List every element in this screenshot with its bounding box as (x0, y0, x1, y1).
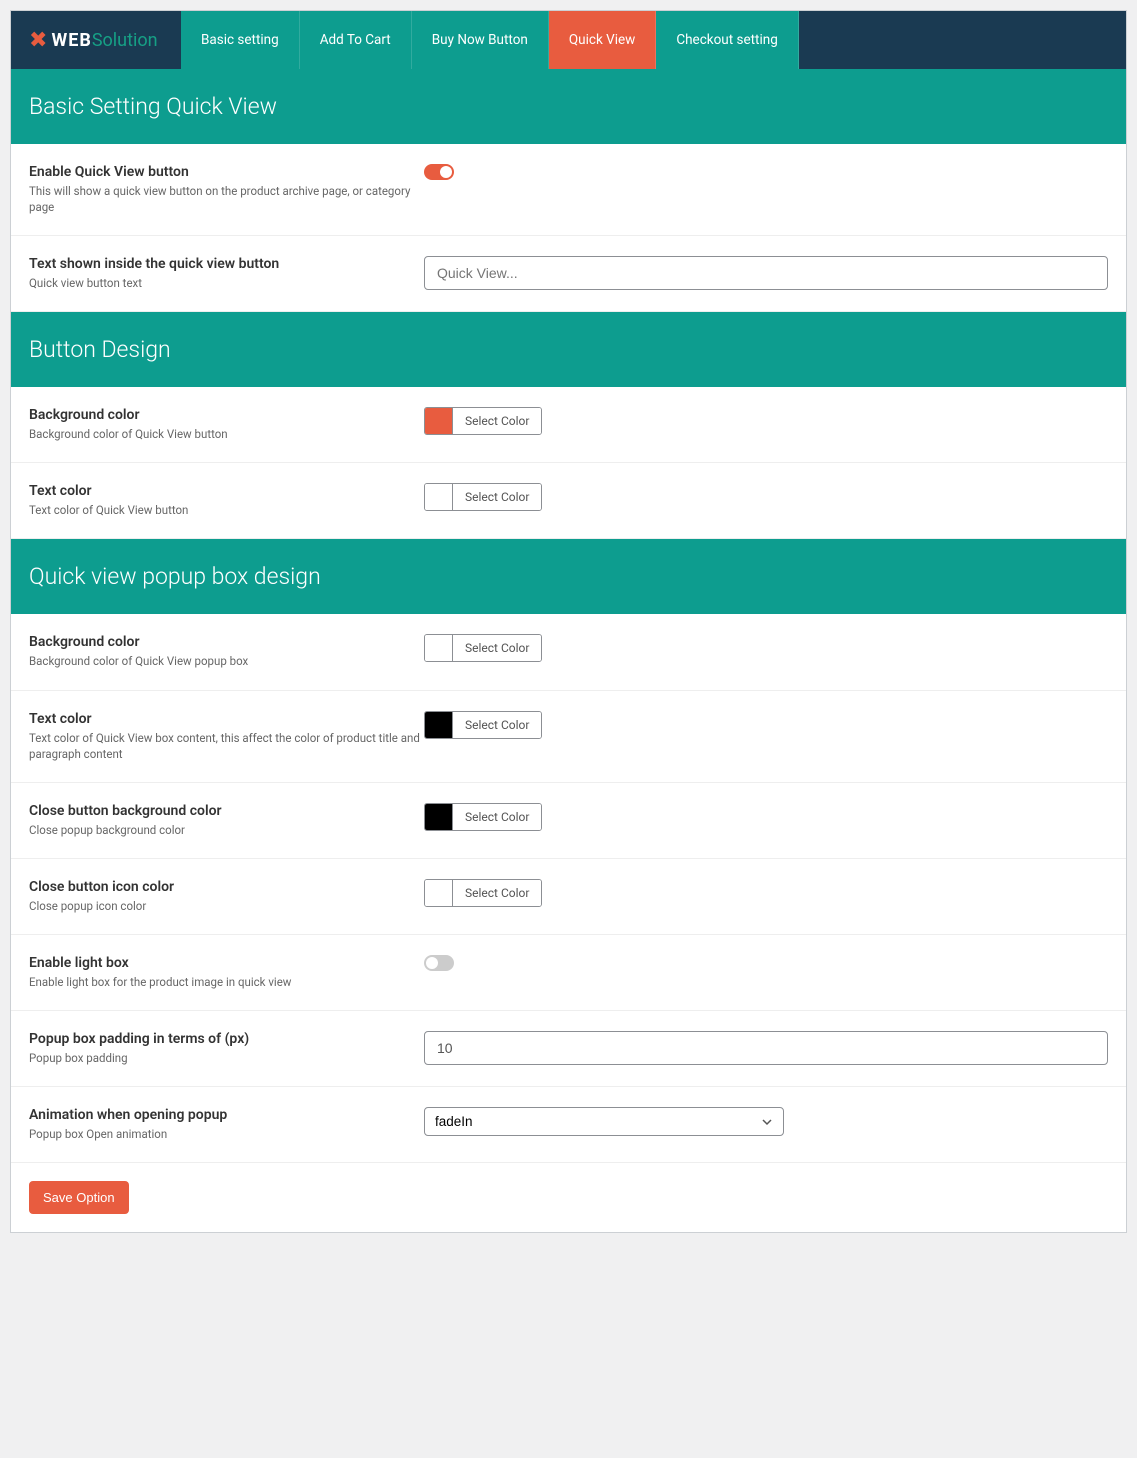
lightbox-desc: Enable light box for the product image i… (29, 974, 424, 990)
popup-bg-picker[interactable]: Select Color (424, 634, 542, 662)
text-color-label: Text color (29, 483, 424, 499)
color-swatch (425, 712, 453, 738)
close-bg-desc: Close popup background color (29, 822, 424, 838)
close-bg-label: Close button background color (29, 803, 424, 819)
header-bar: ✖ WEBSolution Basic setting Add To Cart … (11, 11, 1126, 69)
row-animation: Animation when opening popup Popup box O… (11, 1087, 1126, 1163)
select-color-button[interactable]: Select Color (453, 635, 541, 661)
color-swatch (425, 408, 453, 434)
close-bg-picker[interactable]: Select Color (424, 803, 542, 831)
color-swatch (425, 880, 453, 906)
toggle-knob (426, 957, 438, 969)
popup-tc-desc: Text color of Quick View box content, th… (29, 730, 424, 762)
button-text-input[interactable] (424, 256, 1108, 290)
animation-desc: Popup box Open animation (29, 1126, 424, 1142)
button-text-desc: Quick view button text (29, 275, 424, 291)
section-basic-title: Basic Setting Quick View (11, 69, 1126, 144)
row-popup-text-color: Text color Text color of Quick View box … (11, 691, 1126, 783)
enable-quick-view-desc: This will show a quick view button on th… (29, 183, 424, 215)
select-color-button[interactable]: Select Color (453, 804, 541, 830)
padding-desc: Popup box padding (29, 1050, 424, 1066)
animation-select[interactable]: fadeIn (424, 1107, 784, 1136)
select-color-button[interactable]: Select Color (453, 880, 541, 906)
tabs: Basic setting Add To Cart Buy Now Button… (181, 11, 799, 69)
tab-buy-now-button[interactable]: Buy Now Button (412, 11, 549, 69)
row-lightbox: Enable light box Enable light box for th… (11, 935, 1126, 1011)
select-color-button[interactable]: Select Color (453, 408, 541, 434)
popup-bg-desc: Background color of Quick View popup box (29, 653, 424, 669)
select-color-button[interactable]: Select Color (453, 484, 541, 510)
row-close-icon: Close button icon color Close popup icon… (11, 859, 1126, 935)
select-color-button[interactable]: Select Color (453, 712, 541, 738)
lightbox-label: Enable light box (29, 955, 424, 971)
row-bg-color: Background color Background color of Qui… (11, 387, 1126, 463)
bg-color-label: Background color (29, 407, 424, 423)
button-text-label: Text shown inside the quick view button (29, 256, 424, 272)
enable-quick-view-toggle[interactable] (424, 164, 454, 180)
tab-basic-setting[interactable]: Basic setting (181, 11, 300, 69)
tab-quick-view[interactable]: Quick View (549, 11, 656, 69)
row-enable-quick-view: Enable Quick View button This will show … (11, 144, 1126, 236)
text-color-picker[interactable]: Select Color (424, 483, 542, 511)
color-swatch (425, 484, 453, 510)
bg-color-picker[interactable]: Select Color (424, 407, 542, 435)
text-color-desc: Text color of Quick View button (29, 502, 424, 518)
logo-sol: Solution (92, 30, 158, 51)
save-row: Save Option (11, 1163, 1126, 1232)
row-popup-bg: Background color Background color of Qui… (11, 614, 1126, 690)
bg-color-desc: Background color of Quick View button (29, 426, 424, 442)
row-text-color: Text color Text color of Quick View butt… (11, 463, 1126, 539)
padding-label: Popup box padding in terms of (px) (29, 1031, 424, 1047)
row-close-bg: Close button background color Close popu… (11, 783, 1126, 859)
save-button[interactable]: Save Option (29, 1181, 129, 1214)
color-swatch (425, 804, 453, 830)
close-icon-label: Close button icon color (29, 879, 424, 895)
logo-icon: ✖ (29, 28, 47, 53)
popup-tc-picker[interactable]: Select Color (424, 711, 542, 739)
settings-panel: ✖ WEBSolution Basic setting Add To Cart … (10, 10, 1127, 1233)
color-swatch (425, 635, 453, 661)
row-button-text: Text shown inside the quick view button … (11, 236, 1126, 312)
section-design-title: Button Design (11, 312, 1126, 387)
tab-checkout-setting[interactable]: Checkout setting (656, 11, 798, 69)
lightbox-toggle[interactable] (424, 955, 454, 971)
logo: ✖ WEBSolution (11, 11, 181, 69)
animation-label: Animation when opening popup (29, 1107, 424, 1123)
logo-web: WEB (51, 30, 91, 51)
row-padding: Popup box padding in terms of (px) Popup… (11, 1011, 1126, 1087)
tab-add-to-cart[interactable]: Add To Cart (300, 11, 412, 69)
close-icon-desc: Close popup icon color (29, 898, 424, 914)
padding-input[interactable] (424, 1031, 1108, 1065)
enable-quick-view-label: Enable Quick View button (29, 164, 424, 180)
toggle-knob (440, 166, 452, 178)
popup-bg-label: Background color (29, 634, 424, 650)
close-icon-picker[interactable]: Select Color (424, 879, 542, 907)
section-popup-title: Quick view popup box design (11, 539, 1126, 614)
popup-tc-label: Text color (29, 711, 424, 727)
